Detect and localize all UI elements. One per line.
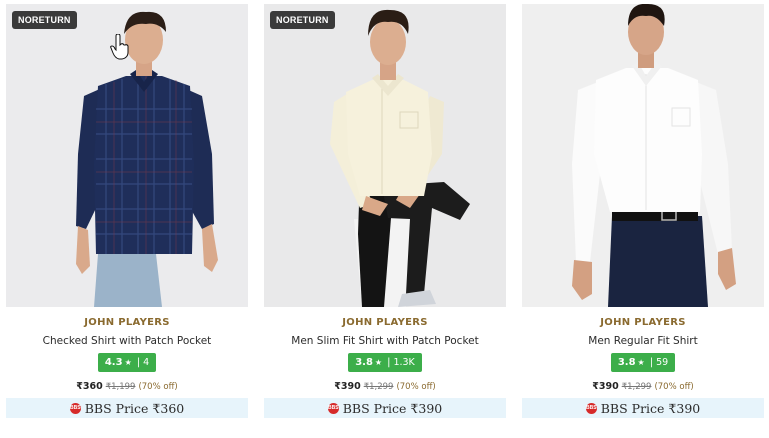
rating-value: 3.8 bbox=[355, 357, 373, 368]
rating-badge: 3.8 ★ | 59 bbox=[610, 353, 676, 372]
star-icon: ★ bbox=[124, 358, 132, 367]
bbs-price-banner: BBS BBS Price ₹390 bbox=[264, 398, 506, 418]
discount-text: (70% off) bbox=[138, 382, 178, 392]
rating-value: 4.3 bbox=[104, 357, 123, 368]
product-card[interactable]: JOHN PLAYERS Men Regular Fit Shirt 3.8 ★… bbox=[522, 4, 764, 418]
brand-name: JOHN PLAYERS bbox=[342, 317, 428, 328]
rating-separator: | bbox=[136, 357, 141, 368]
product-image[interactable]: NORETURN bbox=[264, 4, 506, 307]
star-icon: ★ bbox=[374, 358, 383, 367]
bbs-logo-icon: BBS bbox=[69, 402, 81, 414]
bbs-price-label: BBS Price ₹360 bbox=[84, 400, 185, 416]
rating-count: 1.3K bbox=[393, 357, 415, 368]
product-card[interactable]: NORETURN JOHN PLAYERS Men Slim Fit Shirt… bbox=[264, 4, 506, 418]
bbs-price-banner: BBS BBS Price ₹360 bbox=[6, 398, 248, 418]
product-card[interactable]: NORETURN JOHN PLAYERS Checked Shirt with… bbox=[6, 4, 248, 418]
original-price: ₹1,299 bbox=[363, 382, 394, 392]
noreturn-badge: NORETURN bbox=[12, 11, 77, 29]
rating-separator: | bbox=[649, 357, 654, 368]
bbs-logo-icon: BBS bbox=[327, 402, 339, 414]
selling-price: ₹390 bbox=[334, 381, 361, 392]
rating-value: 3.8 bbox=[617, 357, 636, 368]
bbs-logo-icon: BBS bbox=[585, 402, 597, 414]
model-photo-cream-shirt bbox=[264, 4, 506, 307]
bbs-price-label: BBS Price ₹390 bbox=[600, 400, 701, 416]
price-row: ₹390 ₹1,299 (70% off) bbox=[592, 381, 694, 392]
product-name[interactable]: Checked Shirt with Patch Pocket bbox=[43, 335, 212, 347]
product-image[interactable] bbox=[522, 4, 764, 307]
selling-price: ₹390 bbox=[592, 381, 619, 392]
rating-count: 59 bbox=[656, 357, 669, 368]
bbs-price-label: BBS Price ₹390 bbox=[342, 400, 443, 416]
original-price: ₹1,299 bbox=[621, 382, 652, 392]
original-price: ₹1,199 bbox=[105, 382, 136, 392]
discount-text: (70% off) bbox=[654, 382, 694, 392]
rating-badge: 3.8 ★ | 1.3K bbox=[348, 353, 422, 372]
model-photo-white-shirt bbox=[522, 4, 764, 307]
brand-name: JOHN PLAYERS bbox=[600, 317, 686, 328]
product-name[interactable]: Men Slim Fit Shirt with Patch Pocket bbox=[291, 335, 478, 347]
rating-count: 4 bbox=[143, 357, 150, 368]
hand-cursor-icon bbox=[110, 34, 129, 60]
bbs-price-banner: BBS BBS Price ₹390 bbox=[522, 398, 764, 418]
discount-text: (70% off) bbox=[396, 382, 436, 392]
rating-separator: | bbox=[387, 357, 391, 368]
rating-badge: 4.3 ★ | 4 bbox=[97, 353, 157, 372]
noreturn-badge: NORETURN bbox=[270, 11, 335, 29]
product-grid: NORETURN JOHN PLAYERS Checked Shirt with… bbox=[6, 4, 764, 418]
price-row: ₹390 ₹1,299 (70% off) bbox=[334, 381, 436, 392]
selling-price: ₹360 bbox=[76, 381, 103, 392]
price-row: ₹360 ₹1,199 (70% off) bbox=[76, 381, 178, 392]
product-name[interactable]: Men Regular Fit Shirt bbox=[588, 335, 697, 347]
star-icon: ★ bbox=[637, 358, 645, 367]
brand-name: JOHN PLAYERS bbox=[84, 317, 170, 328]
